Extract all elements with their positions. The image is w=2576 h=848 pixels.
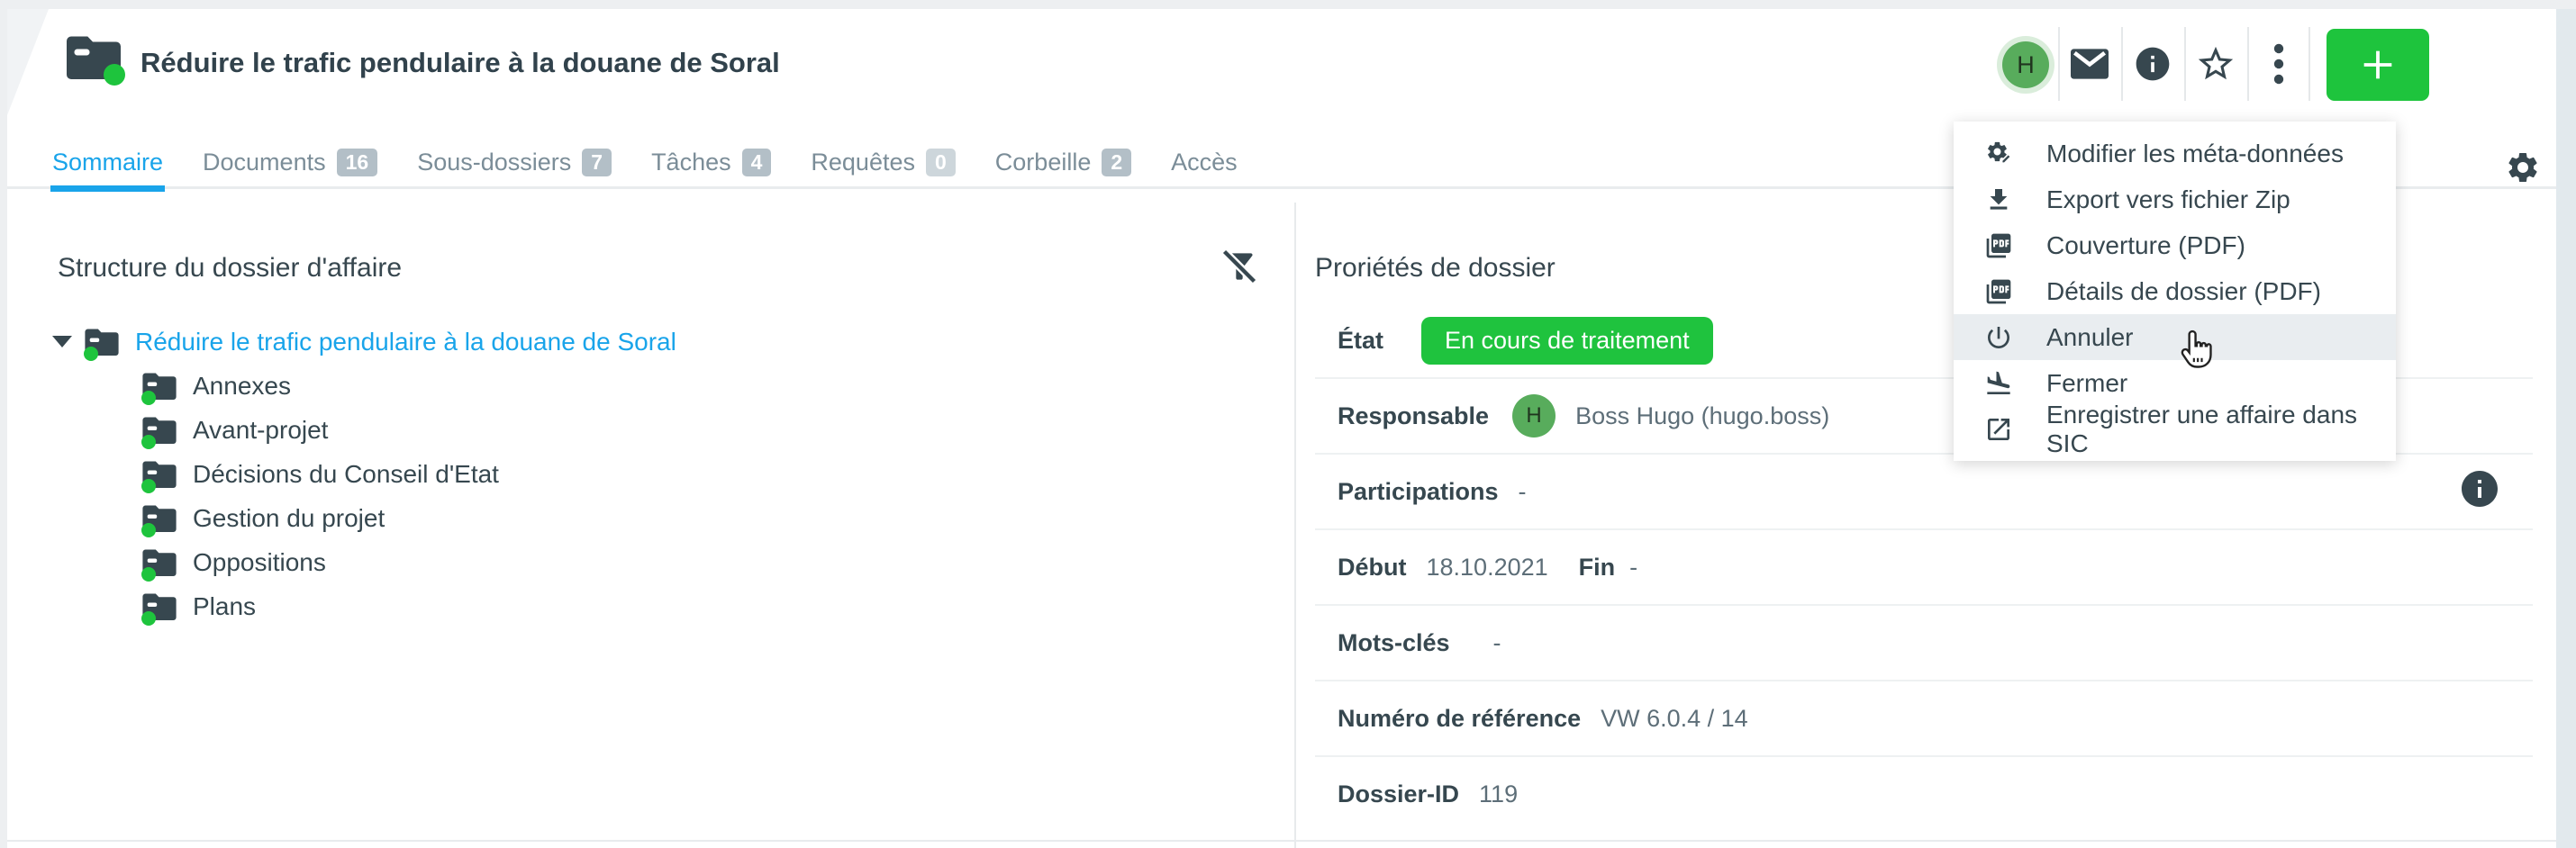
- tree-item-label: Annexes: [193, 372, 291, 401]
- menu-item-fermer[interactable]: Fermer: [1954, 360, 2396, 406]
- folder-tree: Réduire le trafic pendulaire à la douane…: [52, 320, 676, 628]
- folder-icon: [142, 504, 177, 532]
- tab-documents[interactable]: Documents16: [203, 135, 377, 189]
- menu-item-details-pdf[interactable]: Détails de dossier (PDF): [1954, 268, 2396, 314]
- folder-icon: [142, 416, 177, 444]
- tab-badge: 2: [1102, 149, 1131, 176]
- menu-item-label: Export vers fichier Zip: [2046, 185, 2290, 214]
- mail-icon[interactable]: [2069, 43, 2110, 85]
- status-dot: [141, 611, 156, 626]
- download-icon: [1983, 185, 2014, 215]
- gear-edit-icon: [1983, 139, 2014, 169]
- tab-corbeille[interactable]: Corbeille2: [995, 135, 1131, 189]
- tab-acces[interactable]: Accès: [1171, 135, 1238, 189]
- dossier-folder-icon: [67, 34, 121, 79]
- tree-item-label: Avant-projet: [193, 416, 328, 445]
- pdf-icon: [1983, 276, 2014, 307]
- user-avatar[interactable]: H: [2002, 41, 2049, 88]
- folder-icon: [85, 328, 119, 356]
- status-dot: [84, 347, 98, 361]
- property-row-motscles: Mots-clés -: [1315, 606, 2533, 681]
- separator: [2058, 27, 2060, 101]
- folder-icon: [142, 592, 177, 620]
- pdf-icon: [1983, 230, 2014, 261]
- tree-item-label: Oppositions: [193, 548, 326, 577]
- menu-item-label: Modifier les méta-données: [2046, 140, 2344, 168]
- status-dot: [141, 567, 156, 582]
- tab-sous-dossiers[interactable]: Sous-dossiers7: [417, 135, 612, 189]
- menu-item-annuler[interactable]: Annuler: [1954, 314, 2396, 360]
- folder-icon: [142, 548, 177, 576]
- tab-badge: 4: [742, 149, 772, 176]
- collapse-arrow-icon[interactable]: [52, 336, 72, 347]
- tree-item[interactable]: Annexes: [52, 364, 676, 408]
- menu-item-couverture-pdf[interactable]: Couverture (PDF): [1954, 222, 2396, 268]
- menu-item-label: Fermer: [2046, 369, 2127, 398]
- tree-item[interactable]: Avant-projet: [52, 408, 676, 452]
- property-row-dossier-id: Dossier-ID 119: [1315, 757, 2533, 831]
- tree-item-label: Plans: [193, 592, 256, 621]
- filter-off-icon[interactable]: [1218, 245, 1261, 288]
- tree-root[interactable]: Réduire le trafic pendulaire à la douane…: [52, 320, 676, 364]
- tree-item-label: Gestion du projet: [193, 504, 385, 533]
- folder-icon: [142, 372, 177, 400]
- tab-requetes[interactable]: Requêtes0: [811, 135, 955, 189]
- plus-icon: [2357, 44, 2399, 86]
- tab-badge: 0: [926, 149, 956, 176]
- info-icon[interactable]: [2132, 43, 2173, 85]
- menu-item-label: Annuler: [2046, 323, 2134, 352]
- menu-item-export-zip[interactable]: Export vers fichier Zip: [1954, 176, 2396, 222]
- left-panel-title: Structure du dossier d'affaire: [58, 253, 402, 284]
- tree-item[interactable]: Oppositions: [52, 540, 676, 584]
- status-dot: [141, 435, 156, 449]
- property-row-participations: Participations -: [1315, 455, 2533, 530]
- info-circle-icon[interactable]: [2458, 467, 2501, 510]
- card-bottom-divider: [7, 840, 2556, 842]
- status-dot: [141, 391, 156, 405]
- more-options-icon[interactable]: [2258, 43, 2299, 85]
- tab-badge: 16: [337, 149, 378, 176]
- separator: [2308, 27, 2310, 101]
- menu-item-label: Enregistrer une affaire dans SIC: [2046, 401, 2378, 458]
- context-menu: Modifier les méta-données Export vers fi…: [1954, 122, 2396, 461]
- flight-land-icon: [1983, 368, 2014, 399]
- tab-taches[interactable]: Tâches4: [651, 135, 771, 189]
- panel-divider: [1294, 203, 1296, 848]
- menu-item-label: Couverture (PDF): [2046, 231, 2245, 260]
- status-dot: [141, 479, 156, 493]
- scrollbar-track[interactable]: [2556, 9, 2576, 848]
- favorite-star-icon[interactable]: [2195, 43, 2236, 85]
- responsable-avatar: H: [1512, 394, 1556, 438]
- tab-bar: Sommaire Documents16 Sous-dossiers7 Tâch…: [52, 135, 1238, 189]
- menu-item-enregistrer-sic[interactable]: Enregistrer une affaire dans SIC: [1954, 406, 2396, 452]
- property-row-reference: Numéro de référence VW 6.0.4 / 14: [1315, 681, 2533, 757]
- separator: [2247, 27, 2249, 101]
- tab-sommaire[interactable]: Sommaire: [52, 135, 163, 189]
- property-row-dates: Début 18.10.2021 Fin -: [1315, 530, 2533, 606]
- open-in-new-icon: [1983, 414, 2014, 445]
- power-icon: [1983, 322, 2014, 353]
- menu-item-modifier-meta-donnees[interactable]: Modifier les méta-données: [1954, 131, 2396, 176]
- app-window: Réduire le trafic pendulaire à la douane…: [0, 0, 2576, 848]
- tree-item[interactable]: Gestion du projet: [52, 496, 676, 540]
- tab-badge: 7: [582, 149, 612, 176]
- right-panel-title: Proriétés de dossier: [1315, 253, 1556, 284]
- folder-icon: [142, 460, 177, 488]
- settings-gear-icon[interactable]: [2505, 149, 2541, 185]
- separator: [2121, 27, 2123, 101]
- separator: [2184, 27, 2186, 101]
- tree-item-label: Décisions du Conseil d'Etat: [193, 460, 499, 489]
- status-dot: [104, 64, 125, 86]
- tree-root-label[interactable]: Réduire le trafic pendulaire à la douane…: [135, 328, 676, 356]
- tree-item[interactable]: Plans: [52, 584, 676, 628]
- add-button[interactable]: [2327, 29, 2429, 101]
- status-badge: En cours de traitement: [1421, 317, 1713, 365]
- menu-item-label: Détails de dossier (PDF): [2046, 277, 2321, 306]
- tree-item[interactable]: Décisions du Conseil d'Etat: [52, 452, 676, 496]
- page-title: Réduire le trafic pendulaire à la douane…: [141, 47, 780, 79]
- status-dot: [141, 523, 156, 537]
